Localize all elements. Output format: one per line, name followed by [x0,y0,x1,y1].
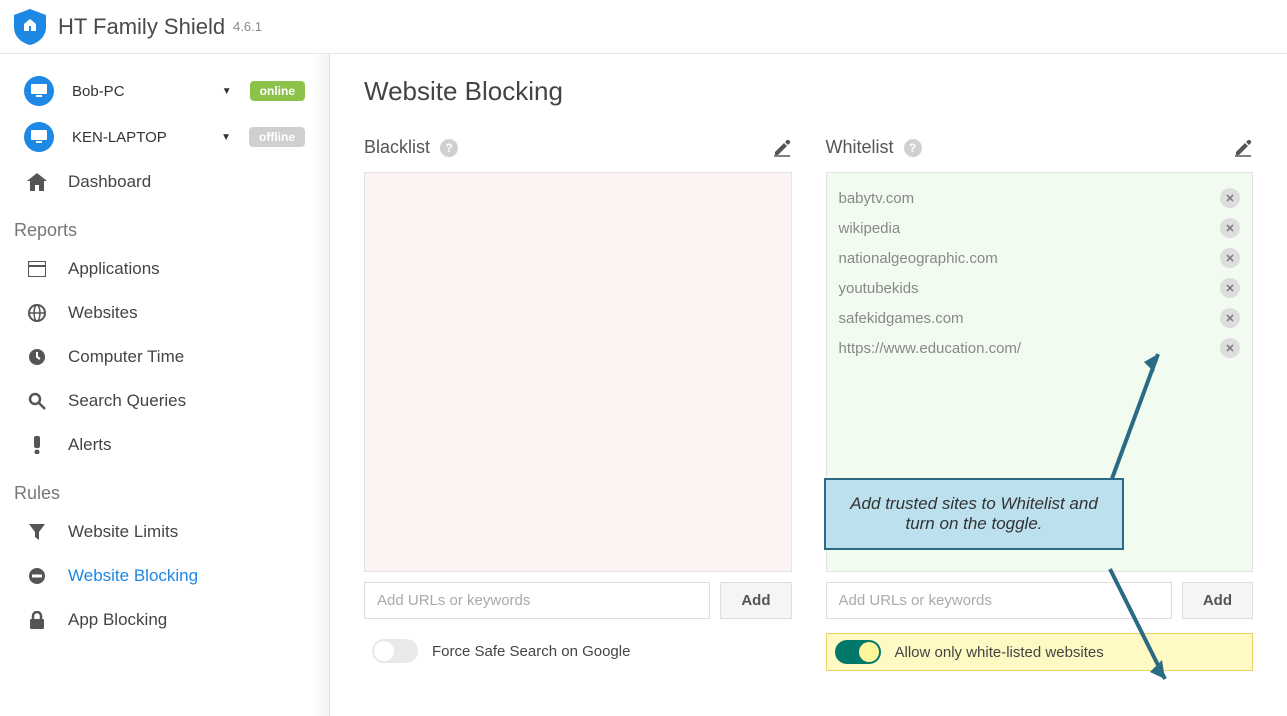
nav-label: Applications [68,259,160,279]
whitelist-only-toggle[interactable] [835,640,881,664]
home-icon [24,173,50,191]
help-icon[interactable]: ? [440,139,458,157]
nav-label: Website Blocking [68,566,198,586]
section-reports: Reports [0,204,329,247]
blacklist-title: Blacklist [364,137,430,158]
status-badge: online [250,81,305,101]
blacklist-column: Blacklist ? Add Force Safe Search on Goo… [364,137,792,671]
whitelist-only-row: Allow only white-listed websites [826,633,1254,671]
nav-computer-time[interactable]: Computer Time [0,335,329,379]
list-item: https://www.education.com/✕ [839,333,1241,363]
delete-icon[interactable]: ✕ [1220,338,1240,358]
list-item-text: safekidgames.com [839,310,1221,327]
nav-label: Computer Time [68,347,184,367]
whitelist-title: Whitelist [826,137,894,158]
edit-icon[interactable] [1233,138,1253,158]
app-version: 4.6.1 [233,19,262,34]
chevron-down-icon[interactable]: ▼ [221,132,231,143]
lock-icon [24,611,50,629]
nav-label: Websites [68,303,138,323]
nav-label: Dashboard [68,172,151,192]
arrow-icon [1100,564,1180,694]
sidebar: Bob-PC ▼ online KEN-LAPTOP ▼ offline Das… [0,54,330,716]
safe-search-label: Force Safe Search on Google [432,643,630,660]
list-item-text: nationalgeographic.com [839,250,1221,267]
nav-label: Website Limits [68,522,178,542]
nav-websites[interactable]: Websites [0,291,329,335]
edit-icon[interactable] [772,138,792,158]
list-item-text: youtubekids [839,280,1221,297]
whitelist-add-button[interactable]: Add [1182,582,1253,619]
nav-applications[interactable]: Applications [0,247,329,291]
hint-callout: Add trusted sites to Whitelist and turn … [824,478,1124,550]
whitelist-only-label: Allow only white-listed websites [895,644,1104,661]
nav-website-limits[interactable]: Website Limits [0,510,329,554]
whitelist-column: Whitelist ? babytv.com✕wikipedia✕nationa… [826,137,1254,671]
device-name: Bob-PC [72,83,222,100]
block-icon [24,567,50,585]
delete-icon[interactable]: ✕ [1220,248,1240,268]
search-icon [24,392,50,410]
delete-icon[interactable]: ✕ [1220,278,1240,298]
list-item: nationalgeographic.com✕ [839,243,1241,273]
blacklist-add-input[interactable] [364,582,710,619]
clock-icon [24,348,50,366]
filter-icon [24,524,50,540]
list-item: wikipedia✕ [839,213,1241,243]
delete-icon[interactable]: ✕ [1220,308,1240,328]
list-item: youtubekids✕ [839,273,1241,303]
blacklist-add-button[interactable]: Add [720,582,791,619]
help-icon[interactable]: ? [904,139,922,157]
section-rules: Rules [0,467,329,510]
device-ken-laptop[interactable]: KEN-LAPTOP ▼ offline [0,114,329,160]
monitor-icon [24,122,54,152]
list-item: babytv.com✕ [839,183,1241,213]
alert-icon [24,436,50,454]
device-bob-pc[interactable]: Bob-PC ▼ online [0,68,329,114]
app-title: HT Family Shield [58,14,225,40]
safe-search-row: Force Safe Search on Google [364,633,792,669]
shield-logo-icon [14,9,46,45]
app-header: HT Family Shield 4.6.1 [0,0,1287,54]
page-title: Website Blocking [364,76,1253,107]
nav-label: Search Queries [68,391,186,411]
delete-icon[interactable]: ✕ [1220,188,1240,208]
chevron-down-icon[interactable]: ▼ [222,86,232,97]
list-item-text: babytv.com [839,190,1221,207]
main-content: Website Blocking Blacklist ? Add [330,54,1287,716]
monitor-icon [24,76,54,106]
nav-alerts[interactable]: Alerts [0,423,329,467]
nav-label: App Blocking [68,610,167,630]
safe-search-toggle[interactable] [372,639,418,663]
delete-icon[interactable]: ✕ [1220,218,1240,238]
nav-website-blocking[interactable]: Website Blocking [0,554,329,598]
nav-label: Alerts [68,435,111,455]
nav-dashboard[interactable]: Dashboard [0,160,329,204]
nav-search-queries[interactable]: Search Queries [0,379,329,423]
device-name: KEN-LAPTOP [72,129,221,146]
window-icon [24,261,50,277]
status-badge: offline [249,127,305,147]
nav-app-blocking[interactable]: App Blocking [0,598,329,642]
list-item: safekidgames.com✕ [839,303,1241,333]
globe-icon [24,304,50,322]
list-item-text: wikipedia [839,220,1221,237]
arrow-icon [1100,344,1170,494]
blacklist-box [364,172,792,572]
